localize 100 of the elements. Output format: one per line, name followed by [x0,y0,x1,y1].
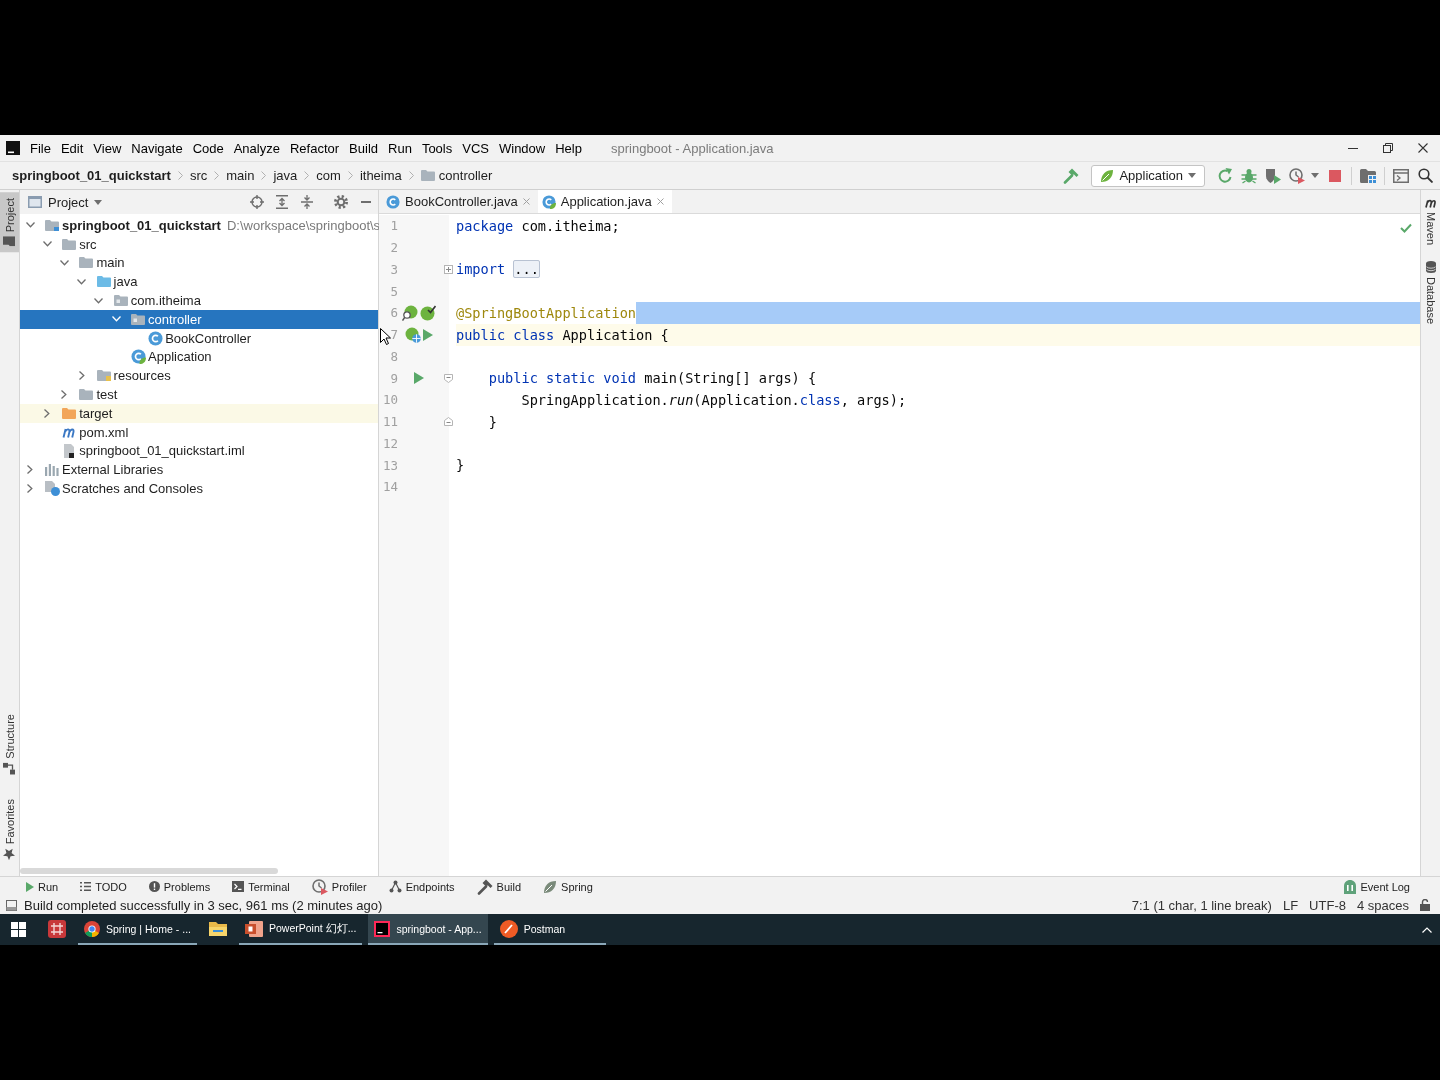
chevron-down-icon[interactable] [59,260,69,266]
bug-icon[interactable] [1241,167,1257,184]
tool-window-tab[interactable]: Project [0,192,19,253]
menu-item[interactable]: Navigate [126,137,188,159]
scrollbar-thumb[interactable] [20,868,278,874]
tool-window-button[interactable]: Build [474,877,524,896]
editor-tab[interactable]: BookController.java [382,190,538,213]
tree-item[interactable]: test [20,385,378,404]
menu-item[interactable]: Window [493,137,551,159]
menu-item[interactable]: File [25,137,56,159]
taskbar-button[interactable]: Spring | Home - ... [78,914,197,945]
menu-item[interactable]: Help [550,137,587,159]
menu-item[interactable]: VCS [457,137,494,159]
menu-item[interactable]: Edit [55,137,89,159]
tool-window-button[interactable]: Endpoints [386,877,457,896]
project-structure-icon[interactable] [1360,168,1376,183]
gauge-icon[interactable] [1289,167,1305,184]
play-icon[interactable] [423,328,433,341]
tree-item[interactable]: Application [20,347,378,367]
lock-icon[interactable] [1420,899,1430,911]
leaf-check-icon[interactable] [420,304,436,321]
chevron-up-icon[interactable] [1422,926,1432,933]
fold-icon[interactable] [444,264,453,274]
indent-setting[interactable]: 4 spaces [1356,897,1409,913]
tree-item[interactable]: main [20,253,378,273]
chevron-right-icon[interactable] [78,371,85,381]
tree-item[interactable]: springboot_01_quickstart.iml [20,441,378,461]
tool-window-button[interactable]: Run [24,877,61,896]
taskbar-button[interactable]: PowerPoint 幻灯... [239,914,363,945]
chevron-down-icon[interactable] [25,222,35,229]
editor-tab[interactable]: Application.java [537,190,672,213]
tool-window-button[interactable]: Spring [541,877,595,896]
menu-item[interactable]: Tools [416,137,458,159]
breadcrumb[interactable]: itheima [355,164,406,187]
settings-icon[interactable] [333,195,348,209]
tool-windows-icon[interactable] [6,899,17,911]
tree-item[interactable]: java [20,272,378,292]
fold-icon[interactable] [444,373,453,383]
chevron-right-icon[interactable] [44,408,51,418]
tool-window-button[interactable]: Profiler [309,877,369,896]
close-icon[interactable] [1417,143,1428,153]
tool-window-button[interactable]: TODO [78,877,129,896]
line-separator[interactable]: LF [1282,897,1299,913]
restore-icon[interactable] [1382,143,1393,153]
tool-window-tab[interactable]: Favorites [0,792,19,866]
menu-item[interactable]: Code [187,137,229,159]
tree-item[interactable]: Scratches and Consoles [20,479,378,498]
tool-window-tab[interactable]: Database [1421,259,1440,327]
tree-item[interactable]: pom.xml [20,422,378,442]
tree-item[interactable]: springboot_01_quickstart D:\workspace\springboot\s [20,216,378,235]
chevron-down-icon[interactable] [94,297,104,304]
fold-icon[interactable] [444,417,453,427]
chevron-down-icon[interactable] [42,241,52,248]
tool-window-tab[interactable]: Maven [1421,196,1440,248]
menu-item[interactable]: Build [344,137,383,159]
breadcrumb[interactable]: src [185,164,212,187]
crosshair-icon[interactable] [249,195,264,209]
hammer-icon[interactable] [1063,167,1080,184]
tool-window-button[interactable]: Problems [146,877,213,896]
play-icon[interactable] [414,372,424,385]
breadcrumb[interactable]: java [269,164,302,187]
menu-item[interactable]: Refactor [284,137,345,159]
taskbar-button[interactable]: springboot - App... [368,914,488,945]
chevron-right-icon[interactable] [61,390,68,400]
tree-item[interactable]: target [20,403,378,423]
leaf-search-icon[interactable] [402,304,418,321]
view-selector[interactable]: Project [28,191,103,213]
menu-item[interactable]: Analyze [228,137,285,159]
expand-all-icon[interactable] [275,195,288,209]
leaf-globe-icon[interactable] [405,326,421,343]
coverage-icon[interactable] [1265,167,1281,184]
tree-item[interactable]: src [20,234,378,254]
tree-item[interactable]: BookController [20,328,378,348]
breadcrumb[interactable]: com [312,164,345,187]
menu-item[interactable]: View [88,137,127,159]
tree-item[interactable]: resources [20,366,378,386]
chevron-down-icon[interactable] [77,278,87,285]
tool-window-button[interactable]: Terminal [230,877,292,896]
tree-item[interactable]: com.itheima [20,291,378,310]
window-icon[interactable] [1393,168,1409,183]
tree-item[interactable]: External Libraries [20,460,378,480]
breadcrumb[interactable]: controller [416,164,497,187]
tree-item[interactable]: controller [20,310,378,329]
chevron-right-icon[interactable] [27,465,33,475]
minimize-icon[interactable] [1347,147,1358,149]
chevron-right-icon[interactable] [27,484,33,494]
run-configuration-dropdown[interactable]: Application [1091,164,1205,187]
taskbar-button[interactable]: Postman [493,914,606,945]
stop-icon[interactable] [1329,169,1341,182]
caret-position[interactable]: 7:1 (1 char, 1 line break) [1131,897,1272,913]
search-icon[interactable] [1417,168,1433,183]
collapse-all-icon[interactable] [300,195,313,209]
windows-icon[interactable] [10,922,26,937]
tool-window-tab[interactable]: Structure [0,708,19,781]
event-log-button[interactable]: Event Log [1342,877,1412,896]
file-encoding[interactable]: UTF-8 [1309,897,1346,913]
breadcrumb[interactable]: main [222,164,259,187]
breadcrumb[interactable]: springboot_01_quickstart [8,164,175,187]
menu-item[interactable]: Run [383,137,417,159]
rerun-icon[interactable] [1217,167,1233,184]
